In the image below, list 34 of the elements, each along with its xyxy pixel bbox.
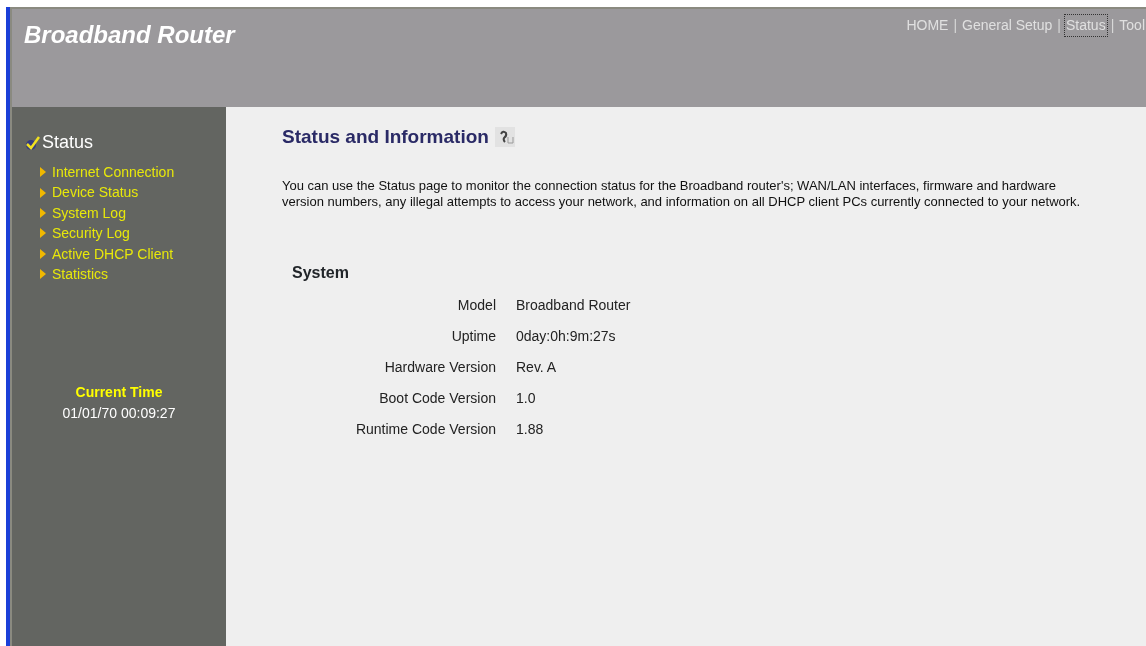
field-label: Uptime xyxy=(450,326,496,346)
field-value: Rev. A xyxy=(516,357,558,377)
arrow-icon xyxy=(40,228,46,239)
help-icon[interactable] xyxy=(494,127,515,148)
field-label: Runtime Code Version xyxy=(354,419,496,439)
description-text: You can use the Status page to monitor the connection status for the Broadband router's; WAN/LAN interfaces, firmware and hardware version numbers, any illegal attempts to access your network, and information on all DHCP client PCs currently connected to your network. xyxy=(282,177,1082,211)
field-label: Hardware Version xyxy=(383,357,496,377)
sidebar-link[interactable]: Security Log xyxy=(40,223,226,244)
field-value: Broadband Router xyxy=(516,295,632,315)
sidebar-link[interactable]: Internet Connection xyxy=(40,162,226,183)
sidebar-link[interactable]: Active DHCP Client xyxy=(40,243,226,265)
arrow-icon xyxy=(40,208,46,218)
nav-separator: | xyxy=(953,16,958,35)
current-time-value: 01/01/70 00:09:27 xyxy=(61,404,177,424)
section-title: Status xyxy=(42,131,94,154)
field-value: 1.0 xyxy=(516,388,537,408)
nav-separator: | xyxy=(1110,16,1115,35)
page-title: Status and Information xyxy=(282,125,489,149)
arrow-icon xyxy=(40,187,46,198)
field-value: 0day:0h:9m:27s xyxy=(516,326,617,346)
field-label: Model xyxy=(456,295,496,315)
arrow-icon xyxy=(40,248,46,259)
system-heading: System xyxy=(292,262,350,283)
router-title: Broadband Router xyxy=(24,20,235,50)
sidebar-link[interactable]: Device Status xyxy=(40,182,226,203)
arrow-icon xyxy=(40,269,46,280)
field-label: Boot Code Version xyxy=(378,388,496,408)
arrow-icon xyxy=(40,167,46,178)
nav-separator: | xyxy=(1057,16,1061,35)
sidebar-link[interactable]: Statistics xyxy=(40,264,226,285)
checkmark-icon xyxy=(24,134,40,151)
current-time-label: Current Time xyxy=(74,383,164,403)
sidebar-link[interactable]: System Log xyxy=(40,202,226,224)
field-value: 1.88 xyxy=(516,419,545,439)
